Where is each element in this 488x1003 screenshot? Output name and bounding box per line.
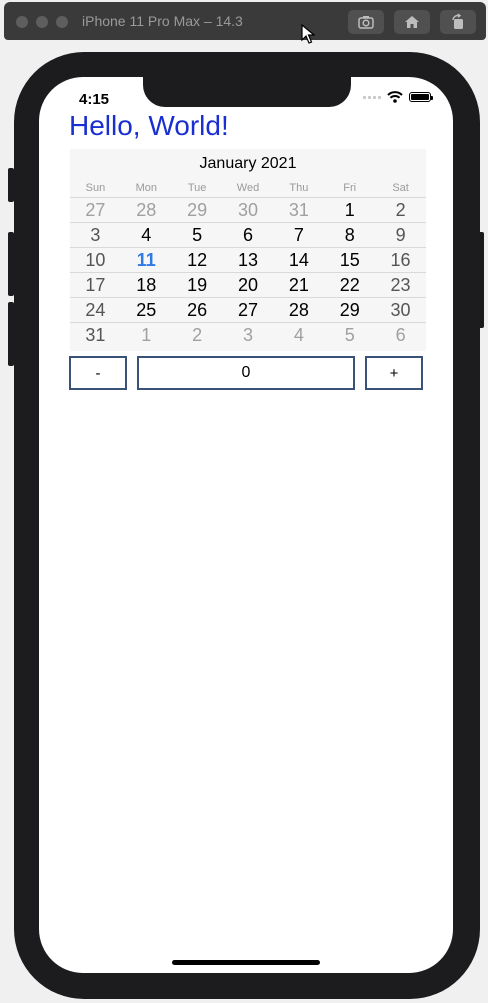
calendar-day[interactable]: 4: [121, 223, 172, 247]
calendar-day[interactable]: 10: [70, 248, 121, 272]
calendar-day[interactable]: 16: [375, 248, 426, 272]
signal-icon: [363, 95, 381, 99]
power-button: [478, 232, 484, 328]
calendar-week-row: 27 28 29 30 31 1 2: [70, 197, 426, 222]
home-indicator[interactable]: [172, 960, 320, 965]
calendar-day[interactable]: 28: [121, 198, 172, 222]
calendar-day[interactable]: 19: [172, 273, 223, 297]
rotate-button[interactable]: [440, 10, 476, 34]
silent-switch: [8, 168, 14, 202]
calendar-day[interactable]: 6: [375, 323, 426, 347]
home-icon: [405, 16, 419, 28]
calendar-day[interactable]: 5: [172, 223, 223, 247]
close-window-icon[interactable]: [16, 16, 28, 28]
calendar-week-row: 17 18 19 20 21 22 23: [70, 272, 426, 297]
weekday-label: Sun: [85, 182, 106, 194]
status-time: 4:15: [79, 91, 110, 108]
calendar-day[interactable]: 17: [70, 273, 121, 297]
calendar-week-row: 10 11 12 13 14 15 16: [70, 247, 426, 272]
calendar-day[interactable]: 29: [324, 298, 375, 322]
calendar-day[interactable]: 30: [223, 198, 274, 222]
calendar-day[interactable]: 7: [273, 223, 324, 247]
screenshot-button[interactable]: [348, 10, 384, 34]
calendar-day[interactable]: 9: [375, 223, 426, 247]
calendar-week-row: 31 1 2 3 4 5 6: [70, 322, 426, 347]
status-indicators: [363, 91, 433, 103]
weekday-label: Thu: [289, 182, 309, 194]
calendar-day[interactable]: 18: [121, 273, 172, 297]
calendar-day[interactable]: 25: [121, 298, 172, 322]
calendar-day[interactable]: 13: [223, 248, 274, 272]
calendar-day[interactable]: 27: [223, 298, 274, 322]
calendar-day[interactable]: 27: [70, 198, 121, 222]
screenshot-icon: [358, 16, 374, 29]
calendar-day[interactable]: 2: [172, 323, 223, 347]
calendar-day[interactable]: 3: [70, 223, 121, 247]
calendar-month-title: January 2021: [199, 155, 297, 172]
calendar-grid: 27 28 29 30 31 1 2 3 4 5 6 7 8 9 10 11 12 13 14 15 16 17 18 19 2…: [70, 197, 426, 347]
calendar-day[interactable]: 1: [324, 198, 375, 222]
calendar-day[interactable]: 30: [375, 298, 426, 322]
calendar-day-today[interactable]: 11: [121, 248, 172, 272]
window-title: iPhone 11 Pro Max – 14.3: [82, 13, 243, 29]
wifi-icon: [387, 91, 403, 103]
calendar-day[interactable]: 23: [375, 273, 426, 297]
calendar-day[interactable]: 24: [70, 298, 121, 322]
calendar-week-row: 24 25 26 27 28 29 30: [70, 297, 426, 322]
calendar-day[interactable]: 20: [223, 273, 274, 297]
mouse-cursor-icon: [301, 24, 315, 44]
zoom-window-icon[interactable]: [56, 16, 68, 28]
calendar-day[interactable]: 28: [273, 298, 324, 322]
hello-heading: Hello, World!: [69, 110, 229, 141]
calendar-weekday-header: Sun Mon Tue Wed Thu Fri Sat: [70, 182, 426, 194]
calendar-day[interactable]: 21: [273, 273, 324, 297]
volume-up-button: [8, 232, 14, 296]
calendar: January 2021 Sun Mon Tue Wed Thu Fri Sat 27 28 2…: [70, 149, 426, 351]
weekday-label: Wed: [236, 182, 260, 194]
weekday-label: Sat: [392, 182, 409, 194]
battery-icon: [409, 92, 433, 102]
calendar-day[interactable]: 22: [324, 273, 375, 297]
weekday-label: Mon: [135, 182, 157, 194]
calendar-day[interactable]: 1: [121, 323, 172, 347]
calendar-day[interactable]: 26: [172, 298, 223, 322]
calendar-day[interactable]: 5: [324, 323, 375, 347]
calendar-day[interactable]: 31: [70, 323, 121, 347]
weekday-label: Fri: [343, 182, 357, 194]
calendar-day[interactable]: 2: [375, 198, 426, 222]
calendar-week-row: 3456789: [70, 222, 426, 247]
device-screen: 4:15 Hello, World! January 2021 Sun Mon Tu…: [39, 77, 453, 973]
calendar-day[interactable]: 15: [324, 248, 375, 272]
notch: [143, 77, 351, 107]
weekday-label: Tue: [187, 182, 207, 194]
calendar-day[interactable]: 31: [273, 198, 324, 222]
calendar-day[interactable]: 6: [223, 223, 274, 247]
home-button[interactable]: [394, 10, 430, 34]
decrement-button[interactable]: -: [69, 356, 127, 390]
minimize-window-icon[interactable]: [36, 16, 48, 28]
calendar-day[interactable]: 3: [223, 323, 274, 347]
simulator-titlebar: iPhone 11 Pro Max – 14.3: [4, 2, 486, 40]
calendar-day[interactable]: 12: [172, 248, 223, 272]
calendar-day[interactable]: 8: [324, 223, 375, 247]
volume-down-button: [8, 302, 14, 366]
calendar-day[interactable]: 14: [273, 248, 324, 272]
calendar-day[interactable]: 29: [172, 198, 223, 222]
rotate-icon: [452, 13, 463, 29]
increment-button[interactable]: +: [365, 356, 423, 390]
calendar-day[interactable]: 4: [273, 323, 324, 347]
counter-value: 0: [137, 356, 355, 390]
